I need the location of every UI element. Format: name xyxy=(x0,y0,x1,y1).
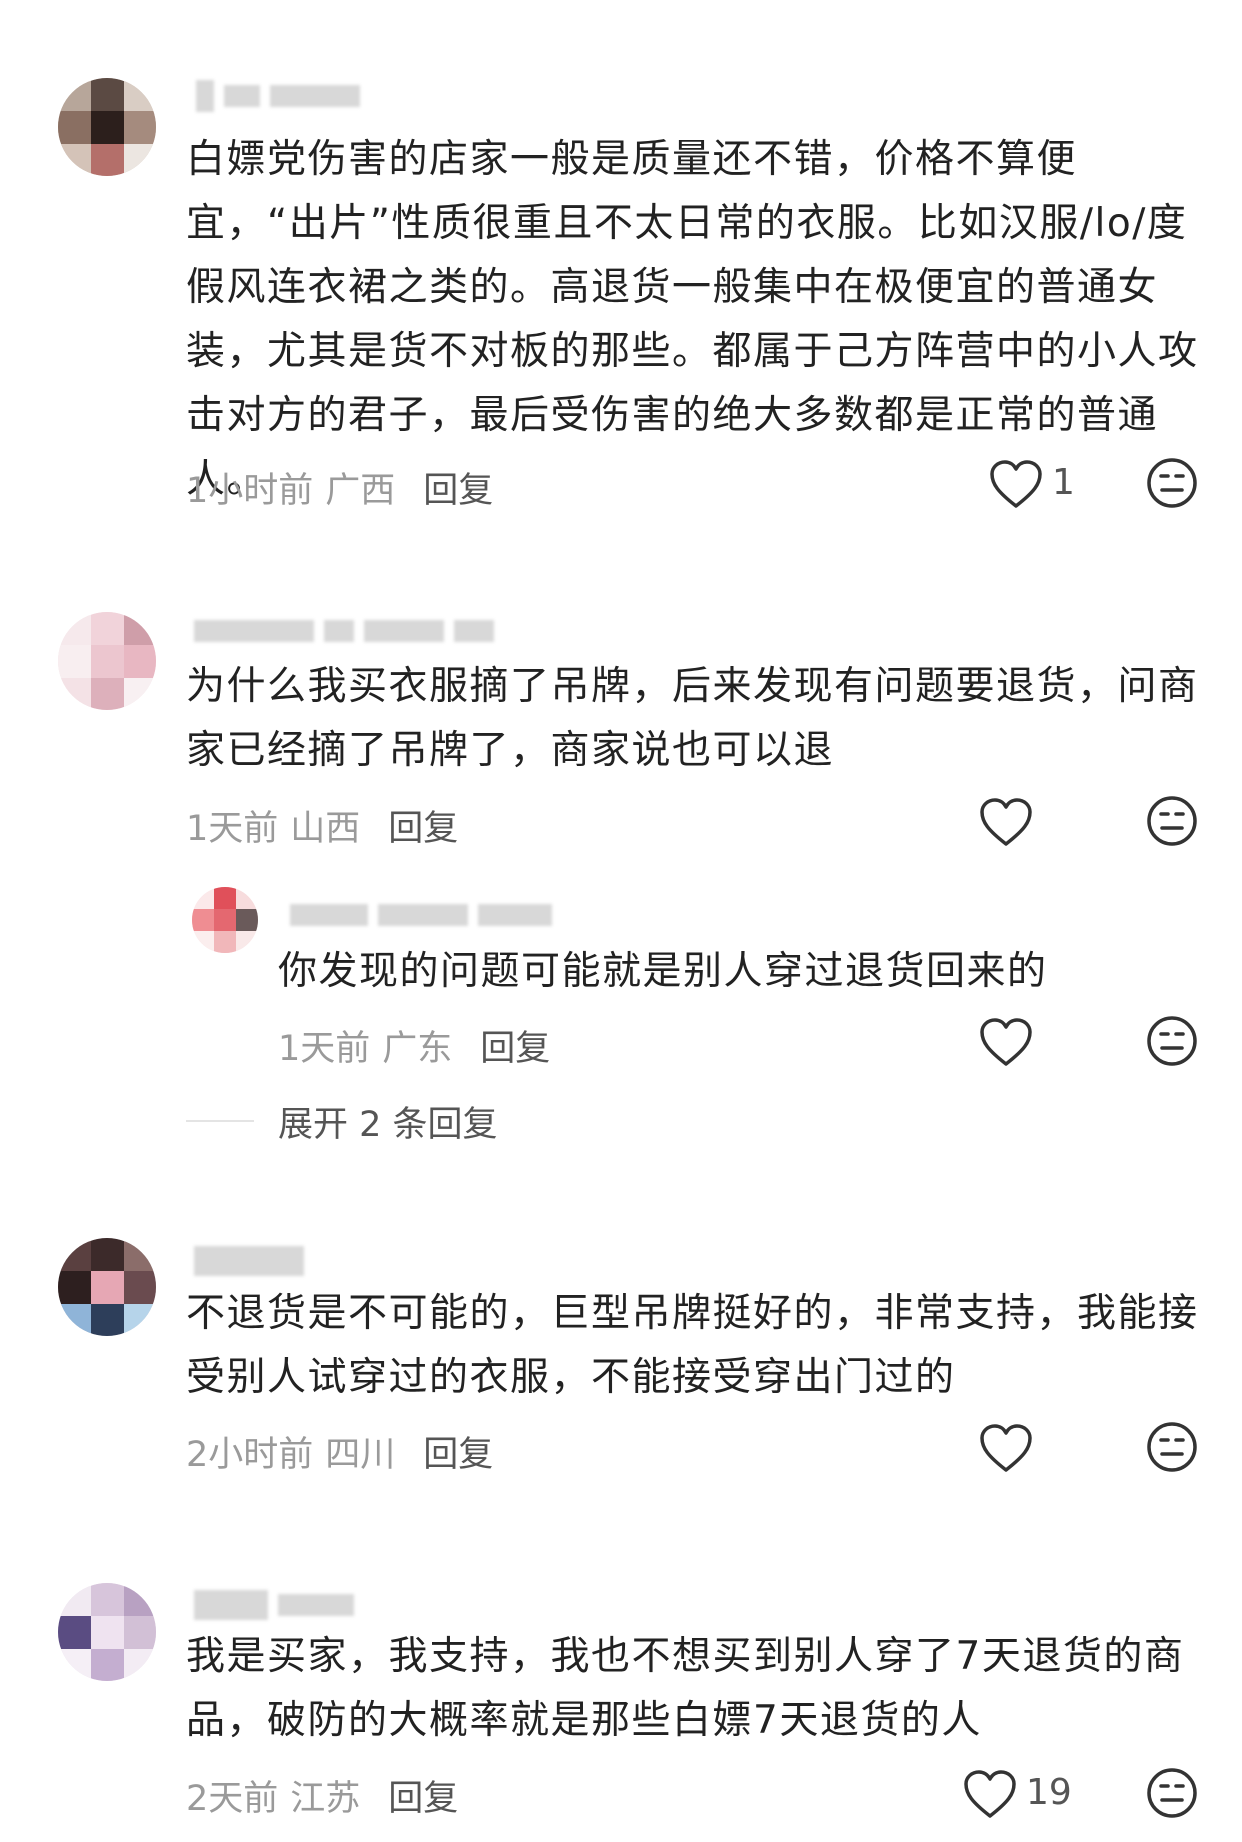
heart-outline-icon[interactable] xyxy=(962,1768,1018,1820)
avatar[interactable] xyxy=(58,1238,156,1336)
comment-time: 2天前 xyxy=(186,1779,279,1819)
username-blurred[interactable] xyxy=(194,1246,304,1276)
meh-face-icon[interactable] xyxy=(1145,456,1199,510)
reply-button[interactable]: 回复 xyxy=(423,471,493,511)
heart-outline-icon[interactable] xyxy=(978,796,1034,848)
meh-face-icon[interactable] xyxy=(1145,1014,1199,1068)
comment-time: 1天前 xyxy=(186,809,279,849)
meh-face-icon[interactable] xyxy=(1145,1766,1199,1820)
meh-face-icon[interactable] xyxy=(1145,1420,1199,1474)
meh-face-icon[interactable] xyxy=(1145,794,1199,848)
comment-text: 为什么我买衣服摘了吊牌，后来发现有问题要退货，问商家已经摘了吊牌了，商家说也可以… xyxy=(186,664,1199,773)
comment-location: 江苏 xyxy=(290,1779,361,1819)
avatar[interactable] xyxy=(58,78,156,176)
username-blurred[interactable] xyxy=(194,620,494,642)
comment-text: 我是买家，我支持，我也不想买到别人穿了7天退货的商品，破防的大概率就是那些白嫖7… xyxy=(186,1634,1185,1743)
heart-outline-icon[interactable] xyxy=(978,1422,1034,1474)
expand-divider xyxy=(186,1120,254,1122)
comment-meta: 2天前 江苏 回复 xyxy=(186,1770,458,1821)
expand-replies-button[interactable]: 展开 2 条回复 xyxy=(278,1096,498,1147)
like-count: 19 xyxy=(1026,1772,1072,1813)
reply-button[interactable]: 回复 xyxy=(388,1779,458,1819)
reply-button[interactable]: 回复 xyxy=(480,1029,550,1069)
comment-location: 山西 xyxy=(290,809,361,849)
reply-location: 广东 xyxy=(382,1029,453,1069)
reply-text: 你发现的问题可能就是别人穿过退货回来的 xyxy=(278,949,1048,994)
reply-button[interactable]: 回复 xyxy=(388,809,458,849)
comment-meta: 1小时前 广西 回复 xyxy=(186,462,493,513)
avatar[interactable] xyxy=(192,887,258,953)
comment-meta: 1天前 山西 回复 xyxy=(186,800,458,851)
avatar[interactable] xyxy=(58,1583,156,1681)
comment-text: 不退货是不可能的，巨型吊牌挺好的，非常支持，我能接受别人试穿过的衣服，不能接受穿… xyxy=(186,1291,1199,1400)
comment-meta: 2小时前 四川 回复 xyxy=(186,1426,493,1477)
comment-time: 2小时前 xyxy=(186,1435,314,1475)
comment-time: 1小时前 xyxy=(186,471,314,511)
heart-outline-icon[interactable] xyxy=(988,458,1044,510)
comment-location: 四川 xyxy=(325,1435,396,1475)
comment-location: 广西 xyxy=(325,471,396,511)
avatar[interactable] xyxy=(58,612,156,710)
username-blurred[interactable] xyxy=(196,80,360,112)
like-count: 1 xyxy=(1052,462,1075,503)
comment-text: 白嫖党伤害的店家一般是质量还不错，价格不算便宜，“出片”性质很重且不太日常的衣服… xyxy=(186,137,1199,502)
username-blurred[interactable] xyxy=(194,1590,354,1620)
reply-button[interactable]: 回复 xyxy=(423,1435,493,1475)
reply-time: 1天前 xyxy=(278,1029,371,1069)
username-blurred[interactable] xyxy=(290,904,552,926)
reply-meta: 1天前 广东 回复 xyxy=(278,1020,550,1071)
heart-outline-icon[interactable] xyxy=(978,1016,1034,1068)
